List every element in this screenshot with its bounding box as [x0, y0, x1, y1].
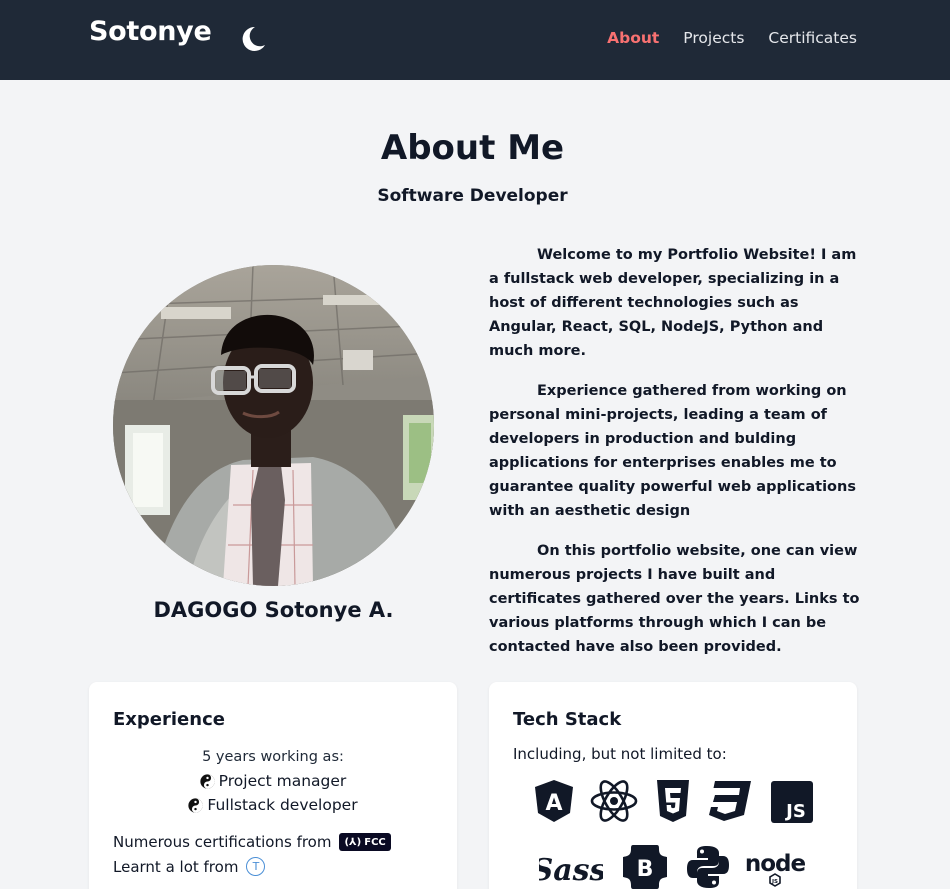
certifications-line: Numerous certifications from (⅄) FCC	[113, 833, 391, 851]
nodejs-icon: node JS	[745, 851, 807, 887]
learning-platform-badge[interactable]: T	[246, 857, 266, 876]
tech-stack-card: Tech Stack Including, but not limited to…	[489, 682, 857, 889]
profile-photo	[113, 265, 434, 586]
react-icon	[590, 780, 638, 822]
learnt-line: Learnt a lot from T	[113, 857, 266, 876]
bootstrap-icon: B	[623, 845, 667, 889]
role-label: Fullstack developer	[207, 796, 358, 814]
svg-text:JS: JS	[771, 879, 778, 885]
learnt-text: Learnt a lot from	[113, 857, 239, 876]
page-title: About Me	[380, 128, 565, 168]
bio: Welcome to my Portfolio Website! I am a …	[489, 243, 861, 675]
experience-card: Experience 5 years working as: Project m…	[89, 682, 457, 889]
experience-years: 5 years working as:	[202, 749, 344, 765]
nav-link-projects[interactable]: Projects	[683, 29, 744, 47]
experience-title: Experience	[113, 709, 225, 730]
nav-links: About Projects Certificates	[607, 29, 857, 47]
yin-yang-icon	[188, 797, 204, 813]
profile-name: DAGOGO Sotonye A.	[153, 598, 394, 622]
svg-text:A: A	[545, 791, 562, 816]
moon-icon[interactable]	[238, 24, 268, 54]
tech-stack-intro: Including, but not limited to:	[513, 745, 727, 763]
yin-yang-icon	[200, 773, 215, 789]
role-label: Project manager	[218, 772, 347, 790]
fcc-flame-icon: (⅄)	[344, 836, 362, 848]
fcc-badge-label: FCC	[364, 836, 386, 848]
certifications-text: Numerous certifications from	[113, 833, 332, 851]
bio-paragraph: Welcome to my Portfolio Website! I am a …	[489, 247, 857, 359]
html5-icon	[657, 780, 689, 822]
brand-logo[interactable]: Sotonye	[89, 16, 212, 47]
css3-icon	[709, 781, 751, 821]
sass-label: Sass	[539, 853, 603, 888]
javascript-label: JS	[784, 801, 806, 822]
sass-icon: Sass	[539, 853, 603, 888]
freecodecamp-badge[interactable]: (⅄) FCC	[339, 833, 391, 851]
avatar	[113, 265, 434, 586]
navbar: Sotonye About Projects Certificates	[0, 0, 950, 80]
bio-paragraph: Experience gathered from working on pers…	[489, 383, 856, 519]
bootstrap-label: B	[637, 857, 654, 882]
experience-role: Fullstack developer	[89, 796, 457, 814]
javascript-icon: JS	[771, 781, 813, 823]
page-subtitle: Software Developer	[377, 186, 568, 206]
angular-icon: A	[535, 780, 573, 822]
bio-paragraph: On this portfolio website, one can view …	[489, 543, 860, 655]
experience-role: Project manager	[89, 772, 457, 790]
python-icon	[687, 846, 729, 888]
nav-link-certificates[interactable]: Certificates	[768, 29, 857, 47]
tech-stack-title: Tech Stack	[513, 709, 622, 730]
nav-link-about[interactable]: About	[607, 29, 659, 47]
nodejs-label: node	[745, 851, 806, 877]
